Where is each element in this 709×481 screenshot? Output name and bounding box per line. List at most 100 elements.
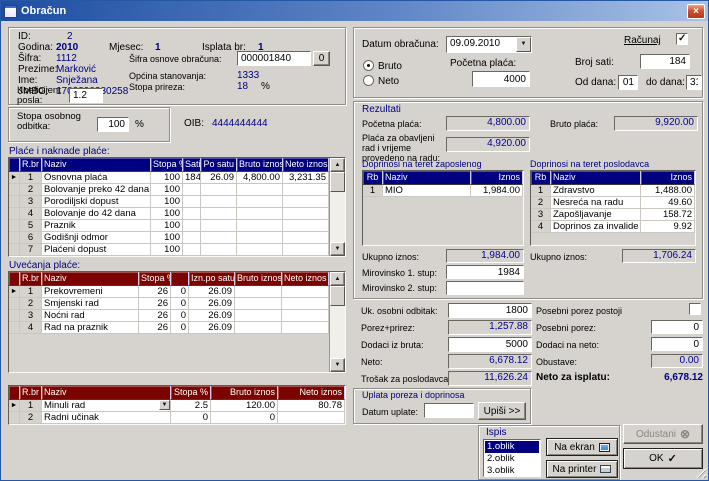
grid-cell[interactable]: Radni učinak — [42, 412, 171, 424]
do-dana-input[interactable] — [686, 75, 702, 90]
od-dana-input[interactable] — [618, 75, 638, 90]
grid-cell[interactable]: 2 — [531, 197, 551, 209]
grid-cell[interactable]: 2.5 — [171, 400, 211, 412]
grid-cell[interactable]: 4 — [20, 208, 42, 220]
grid-cell[interactable]: 1 — [20, 400, 42, 412]
na-ekran-button[interactable]: Na ekran — [546, 438, 618, 456]
ispis-option-1[interactable]: 1.oblik — [485, 441, 539, 453]
grid-cell[interactable] — [235, 310, 282, 322]
table-row[interactable]: 2Smjenski rad26026.09 — [9, 298, 329, 310]
grid-cell[interactable]: 120.00 — [211, 400, 278, 412]
grid-cell[interactable]: 158.72 — [641, 209, 695, 221]
row-selector[interactable]: ► — [9, 400, 20, 412]
grid-cell[interactable] — [183, 184, 201, 196]
grid-cell[interactable]: MIO — [383, 185, 471, 197]
grid-cell[interactable]: 184 — [183, 172, 201, 184]
grid-cell[interactable]: 5 — [20, 220, 42, 232]
grid-cell[interactable] — [237, 220, 283, 232]
table-row[interactable]: ►1Minuli rad▼2.5120.0080.78 — [9, 400, 345, 412]
vertical-scrollbar[interactable]: ▲ ▼ — [329, 272, 345, 372]
grid-cell[interactable]: Zapošljavanje — [551, 209, 641, 221]
row-selector[interactable]: ► — [9, 286, 20, 298]
table-row[interactable]: 6Godišnji odmor100 — [9, 232, 329, 244]
table-row[interactable]: 2Bolovanje preko 42 dana100 — [9, 184, 329, 196]
grid-cell[interactable] — [237, 208, 283, 220]
row-selector[interactable] — [9, 208, 20, 220]
grid-cell[interactable] — [201, 208, 237, 220]
grid-cell[interactable]: 100 — [151, 196, 183, 208]
grid-cell[interactable]: 2 — [20, 184, 42, 196]
table-row[interactable]: 5Praznik100 — [9, 220, 329, 232]
row-selector[interactable] — [9, 412, 20, 424]
dodaci-neto-input[interactable] — [651, 337, 703, 351]
vertical-scrollbar[interactable]: ▲ ▼ — [329, 158, 345, 256]
close-button[interactable]: × — [687, 4, 705, 19]
stopa-odbitka-input[interactable] — [97, 117, 129, 132]
grid-cell[interactable]: 0 — [171, 286, 189, 298]
grid-cell[interactable]: Godišnji odmor — [42, 232, 151, 244]
datum-uplate-input[interactable] — [424, 403, 474, 418]
grid-cell[interactable]: 100 — [151, 172, 183, 184]
grid-cell[interactable]: Osnovna plaća — [42, 172, 151, 184]
grid-cell[interactable] — [201, 232, 237, 244]
grid-cell[interactable] — [283, 232, 329, 244]
grid-cell[interactable]: Praznik — [42, 220, 151, 232]
racunaj-checkbox[interactable] — [676, 33, 688, 45]
grid-cell[interactable] — [201, 196, 237, 208]
grid-cell[interactable]: 100 — [151, 220, 183, 232]
grid-cell[interactable]: 49.60 — [641, 197, 695, 209]
datum-obracuna-select[interactable]: 09.09.2010 ▼ — [446, 36, 532, 53]
ok-button[interactable]: OK ✓ — [623, 448, 703, 469]
grid-cell[interactable]: 3 — [20, 196, 42, 208]
grid-cell[interactable]: 26.09 — [189, 286, 235, 298]
koeficijent-input[interactable] — [69, 88, 103, 103]
grid-cell[interactable] — [183, 232, 201, 244]
row-selector[interactable] — [9, 196, 20, 208]
ispis-option-2[interactable]: 2.oblik — [485, 453, 539, 465]
grid-cell[interactable]: Zdravstvo — [551, 185, 641, 197]
grid-cell[interactable]: 26 — [139, 286, 171, 298]
grid-cell[interactable] — [282, 286, 329, 298]
grid-cell[interactable] — [278, 412, 345, 424]
row-selector[interactable] — [9, 298, 20, 310]
grid-cell[interactable] — [201, 184, 237, 196]
odustani-button[interactable]: Odustani ⊗ — [623, 424, 703, 444]
titlebar[interactable]: Obračun × — [1, 1, 708, 21]
grid-cell[interactable] — [282, 310, 329, 322]
grid-cell[interactable] — [183, 220, 201, 232]
table-row[interactable]: 7Plaćeni dopust100 — [9, 244, 329, 256]
grid-cell[interactable] — [237, 244, 283, 256]
grid-cell[interactable]: 0 — [171, 310, 189, 322]
grid-cell[interactable]: Bolovanje do 42 dana — [42, 208, 151, 220]
scroll-down-button[interactable]: ▼ — [330, 358, 345, 372]
grid-cell[interactable]: 2 — [20, 298, 42, 310]
row-selector[interactable] — [9, 322, 20, 334]
grid-cell[interactable]: 100 — [151, 208, 183, 220]
grid-cell[interactable]: Bolovanje preko 42 dana — [42, 184, 151, 196]
table-row[interactable]: 3Porodiljski dopust100 — [9, 196, 329, 208]
grid-cell[interactable]: 26.09 — [189, 322, 235, 334]
grid-cell[interactable]: Noćni rad — [42, 310, 139, 322]
grid-cell[interactable]: 26.09 — [189, 298, 235, 310]
grid-cell[interactable]: 3 — [531, 209, 551, 221]
grid-cell[interactable]: 26.09 — [189, 310, 235, 322]
grid-cell[interactable] — [282, 322, 329, 334]
grid-cell[interactable] — [183, 208, 201, 220]
grid-cell[interactable]: 100 — [151, 232, 183, 244]
chevron-down-icon[interactable]: ▼ — [516, 37, 531, 52]
grid-cell[interactable] — [235, 322, 282, 334]
grid-cell[interactable]: 6 — [20, 232, 42, 244]
grid-cell[interactable]: Prekovremeni — [42, 286, 139, 298]
row-selector[interactable] — [9, 310, 20, 322]
scroll-up-button[interactable]: ▲ — [330, 158, 345, 172]
grid-cell[interactable]: 3,231.35 — [283, 172, 329, 184]
row-selector[interactable] — [9, 244, 20, 256]
grid-cell[interactable]: 1,488.00 — [641, 185, 695, 197]
grid-cell[interactable]: 3 — [20, 310, 42, 322]
grid-cell[interactable] — [201, 244, 237, 256]
grid-cell[interactable] — [283, 244, 329, 256]
grid-cell[interactable]: Doprinos za invalide — [551, 221, 641, 233]
grid-cell[interactable]: Porodiljski dopust — [42, 196, 151, 208]
grid-cell[interactable]: 1 — [20, 286, 42, 298]
table-row[interactable]: 4Doprinos za invalide9.92 — [531, 221, 695, 233]
